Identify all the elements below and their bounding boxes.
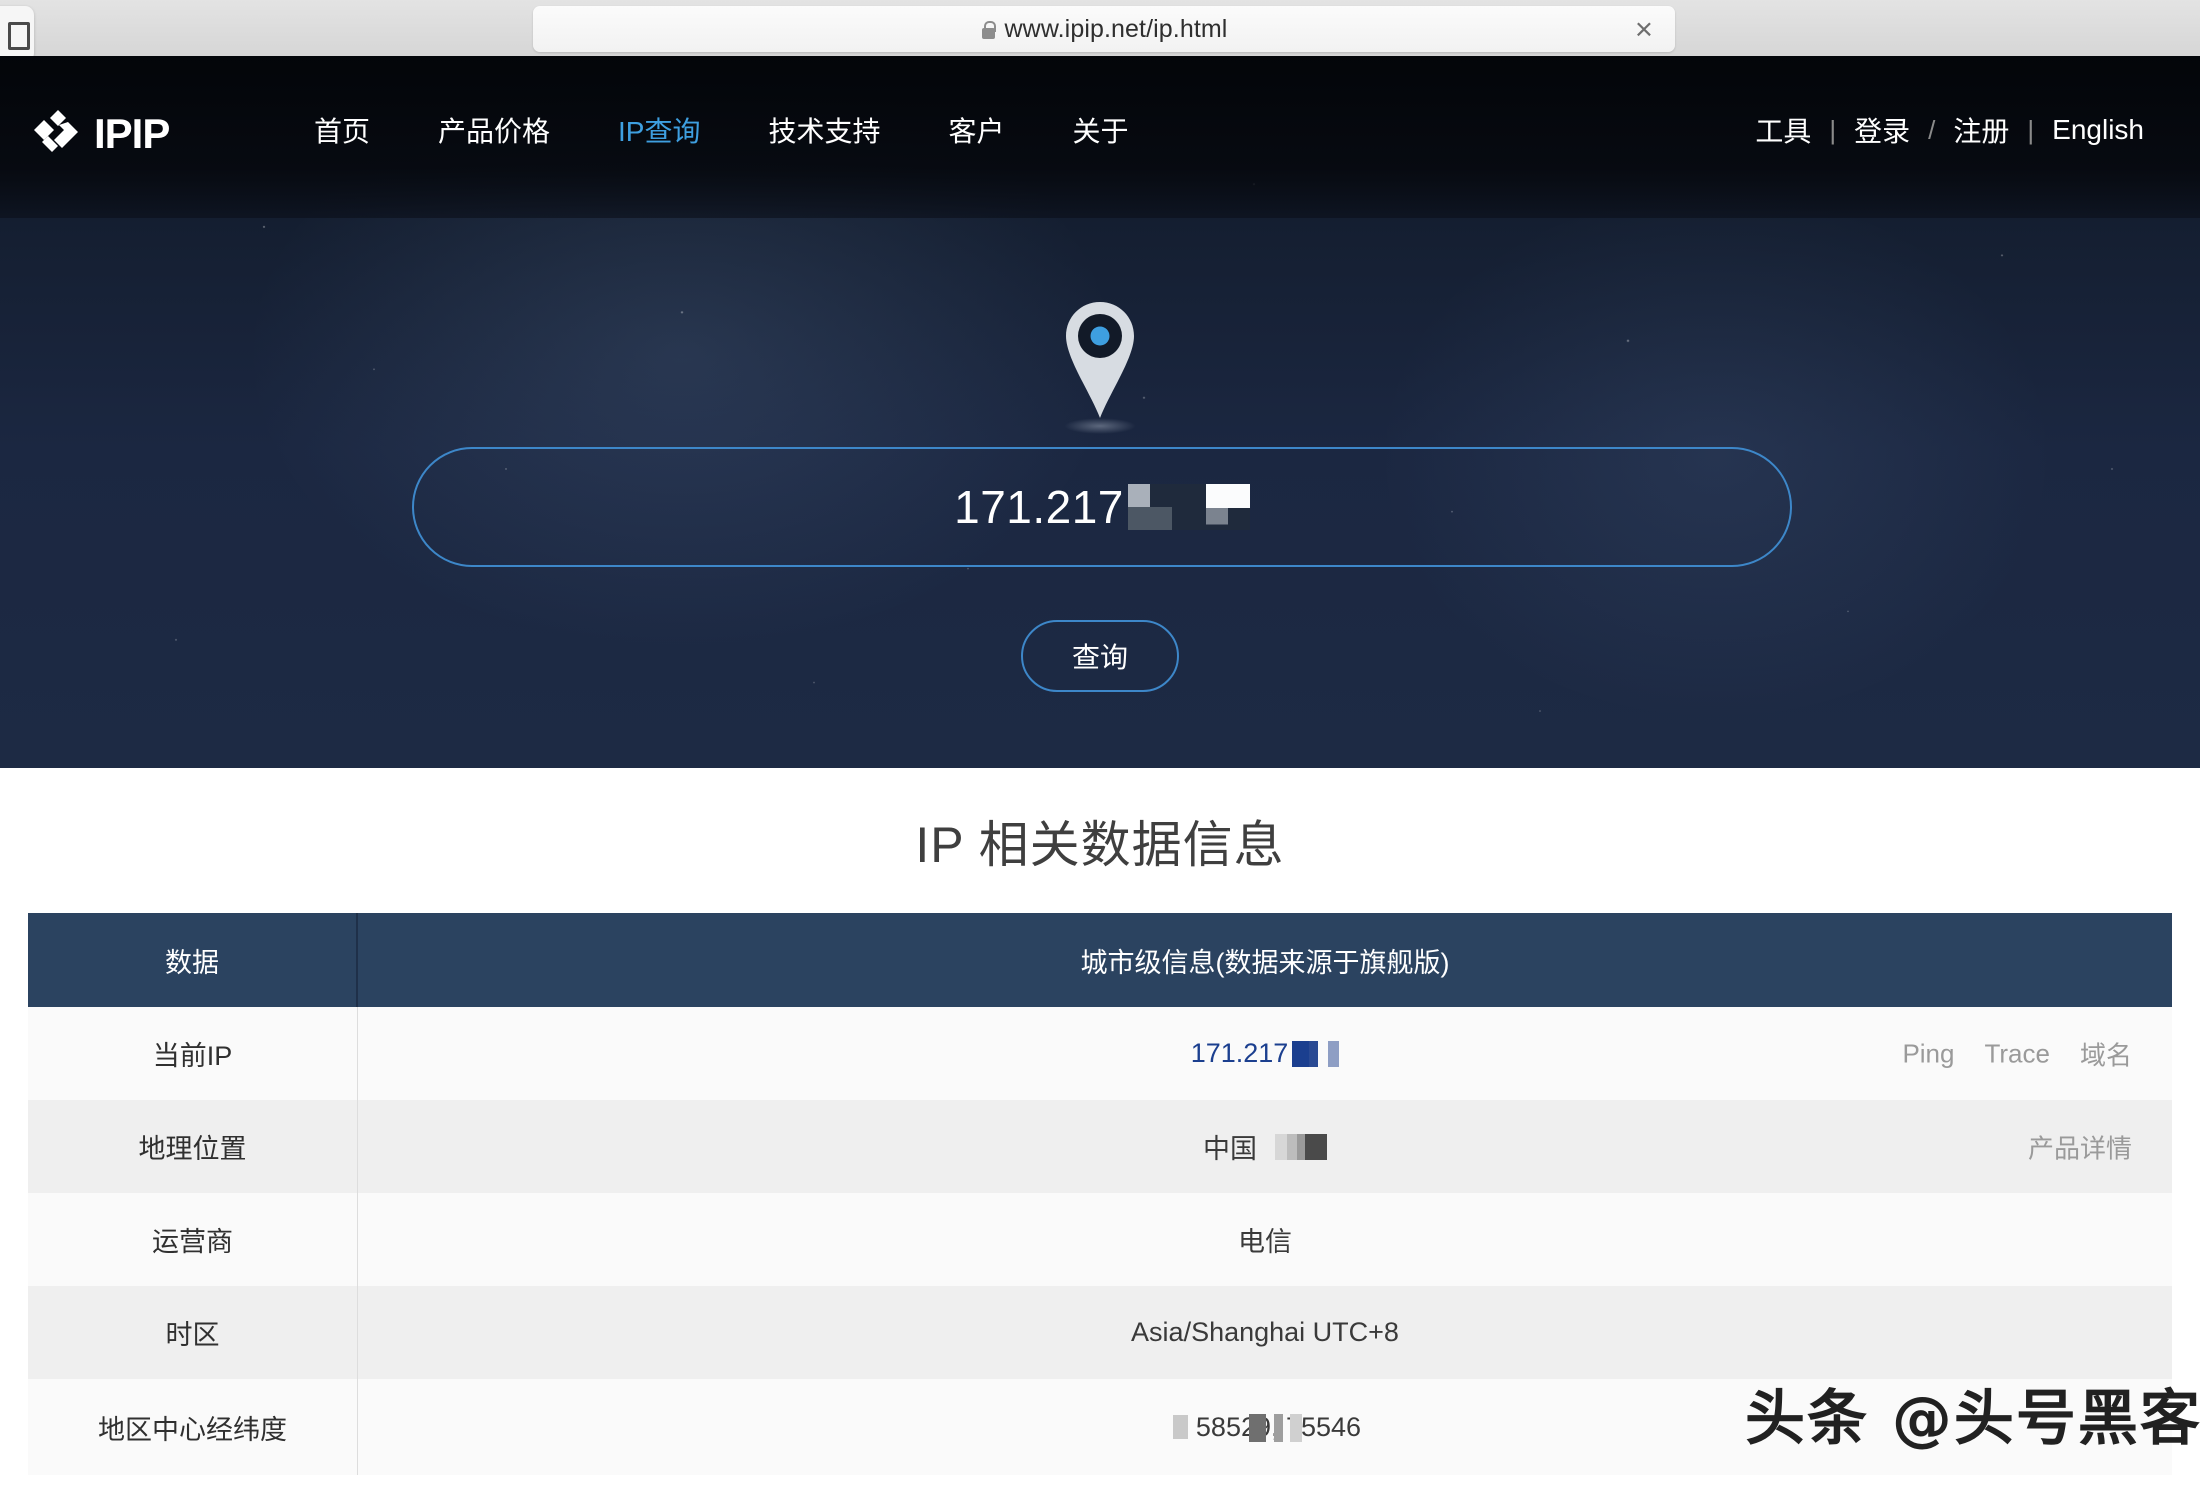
- table-row: 当前IP 171.217 Ping Trace 域名: [28, 1007, 2172, 1100]
- nav-item-customers[interactable]: 客户: [915, 110, 1039, 150]
- ip-search-input[interactable]: 171.217: [412, 447, 1792, 567]
- nav-item-ip-lookup[interactable]: IP查询: [584, 110, 734, 150]
- domain-link[interactable]: 域名: [2080, 1035, 2132, 1072]
- trace-link[interactable]: Trace: [1984, 1038, 2050, 1069]
- current-ip-link[interactable]: 171.217: [1191, 1038, 1289, 1069]
- row-actions-location: 产品详情: [2028, 1128, 2132, 1165]
- ipip-logo-icon: [34, 110, 78, 152]
- map-pin-icon: [1062, 300, 1138, 434]
- nav-item-english[interactable]: English: [2036, 114, 2160, 146]
- row-actions-current-ip: Ping Trace 域名: [1902, 1035, 2132, 1072]
- nav-item-register[interactable]: 注册: [1937, 110, 2025, 150]
- table-row: 时区 Asia/Shanghai UTC+8: [28, 1286, 2172, 1379]
- location-text: 中国: [1203, 1134, 1257, 1164]
- table-header-label: 数据: [28, 913, 358, 1007]
- nav-separator: |: [2027, 114, 2035, 145]
- row-value-timezone: Asia/Shanghai UTC+8: [1131, 1317, 1399, 1347]
- row-label-current-ip: 当前IP: [28, 1007, 358, 1100]
- watermark: 头条 @头号黑客: [1745, 1384, 2200, 1454]
- row-value-isp: 电信: [1238, 1227, 1292, 1257]
- row-label-isp: 运营商: [28, 1193, 358, 1286]
- browser-tab-stub[interactable]: [0, 6, 34, 62]
- nav-separator: |: [1829, 114, 1837, 145]
- redaction-mosaic: [1127, 484, 1250, 530]
- row-value-current-ip: 171.217 Ping Trace 域名: [358, 1007, 2172, 1100]
- row-value-location: 中国 产品详情: [358, 1100, 2172, 1193]
- nav-item-about[interactable]: 关于: [1039, 110, 1163, 150]
- nav-item-home[interactable]: 首页: [280, 110, 404, 150]
- site-logo[interactable]: IPIP: [32, 110, 170, 158]
- nav-item-tools[interactable]: 工具: [1739, 110, 1827, 150]
- lock-icon: [981, 20, 997, 39]
- row-label-latlng: 地区中心经纬度: [28, 1379, 358, 1475]
- redaction-mosaic: [1275, 1133, 1327, 1160]
- row-label-timezone: 时区: [28, 1286, 358, 1379]
- nav-item-support[interactable]: 技术支持: [735, 110, 915, 150]
- address-bar[interactable]: www.ipip.net/ip.html ×: [533, 6, 1675, 52]
- page-title: IP 相关数据信息: [915, 817, 1285, 873]
- redaction-mosaic: [1172, 1415, 1196, 1439]
- nav-item-pricing[interactable]: 产品价格: [404, 110, 584, 150]
- query-button[interactable]: 查询: [1021, 620, 1179, 692]
- logo-text: IPIP: [94, 110, 170, 157]
- redaction-mosaic: [1292, 1040, 1340, 1067]
- redaction-mosaic-2: [1249, 1412, 1303, 1443]
- utility-nav: 工具 | 登录 / 注册 | English: [1739, 110, 2160, 150]
- nav-separator: /: [1928, 114, 1936, 145]
- table-row: 地理位置 中国 产品详情: [28, 1100, 2172, 1193]
- url-text: www.ipip.net/ip.html: [1004, 14, 1228, 43]
- browser-toolbar: www.ipip.net/ip.html ×: [0, 0, 2200, 62]
- close-icon[interactable]: ×: [1635, 14, 1653, 45]
- table-row: 运营商 电信: [28, 1193, 2172, 1286]
- table-header-row: 数据 城市级信息(数据来源于旗舰版): [28, 913, 2172, 1007]
- product-details-link[interactable]: 产品详情: [2028, 1128, 2132, 1165]
- map-pin-shadow: [1064, 418, 1136, 434]
- tab-page-icon: [8, 22, 30, 50]
- primary-nav: 首页 产品价格 IP查询 技术支持 客户 关于: [280, 110, 1163, 150]
- table-header-value: 城市级信息(数据来源于旗舰版): [1080, 947, 1450, 978]
- ip-input-value: 171.217: [954, 481, 1124, 533]
- ping-link[interactable]: Ping: [1902, 1038, 1954, 1069]
- nav-item-login[interactable]: 登录: [1838, 110, 1926, 150]
- row-label-location: 地理位置: [28, 1100, 358, 1193]
